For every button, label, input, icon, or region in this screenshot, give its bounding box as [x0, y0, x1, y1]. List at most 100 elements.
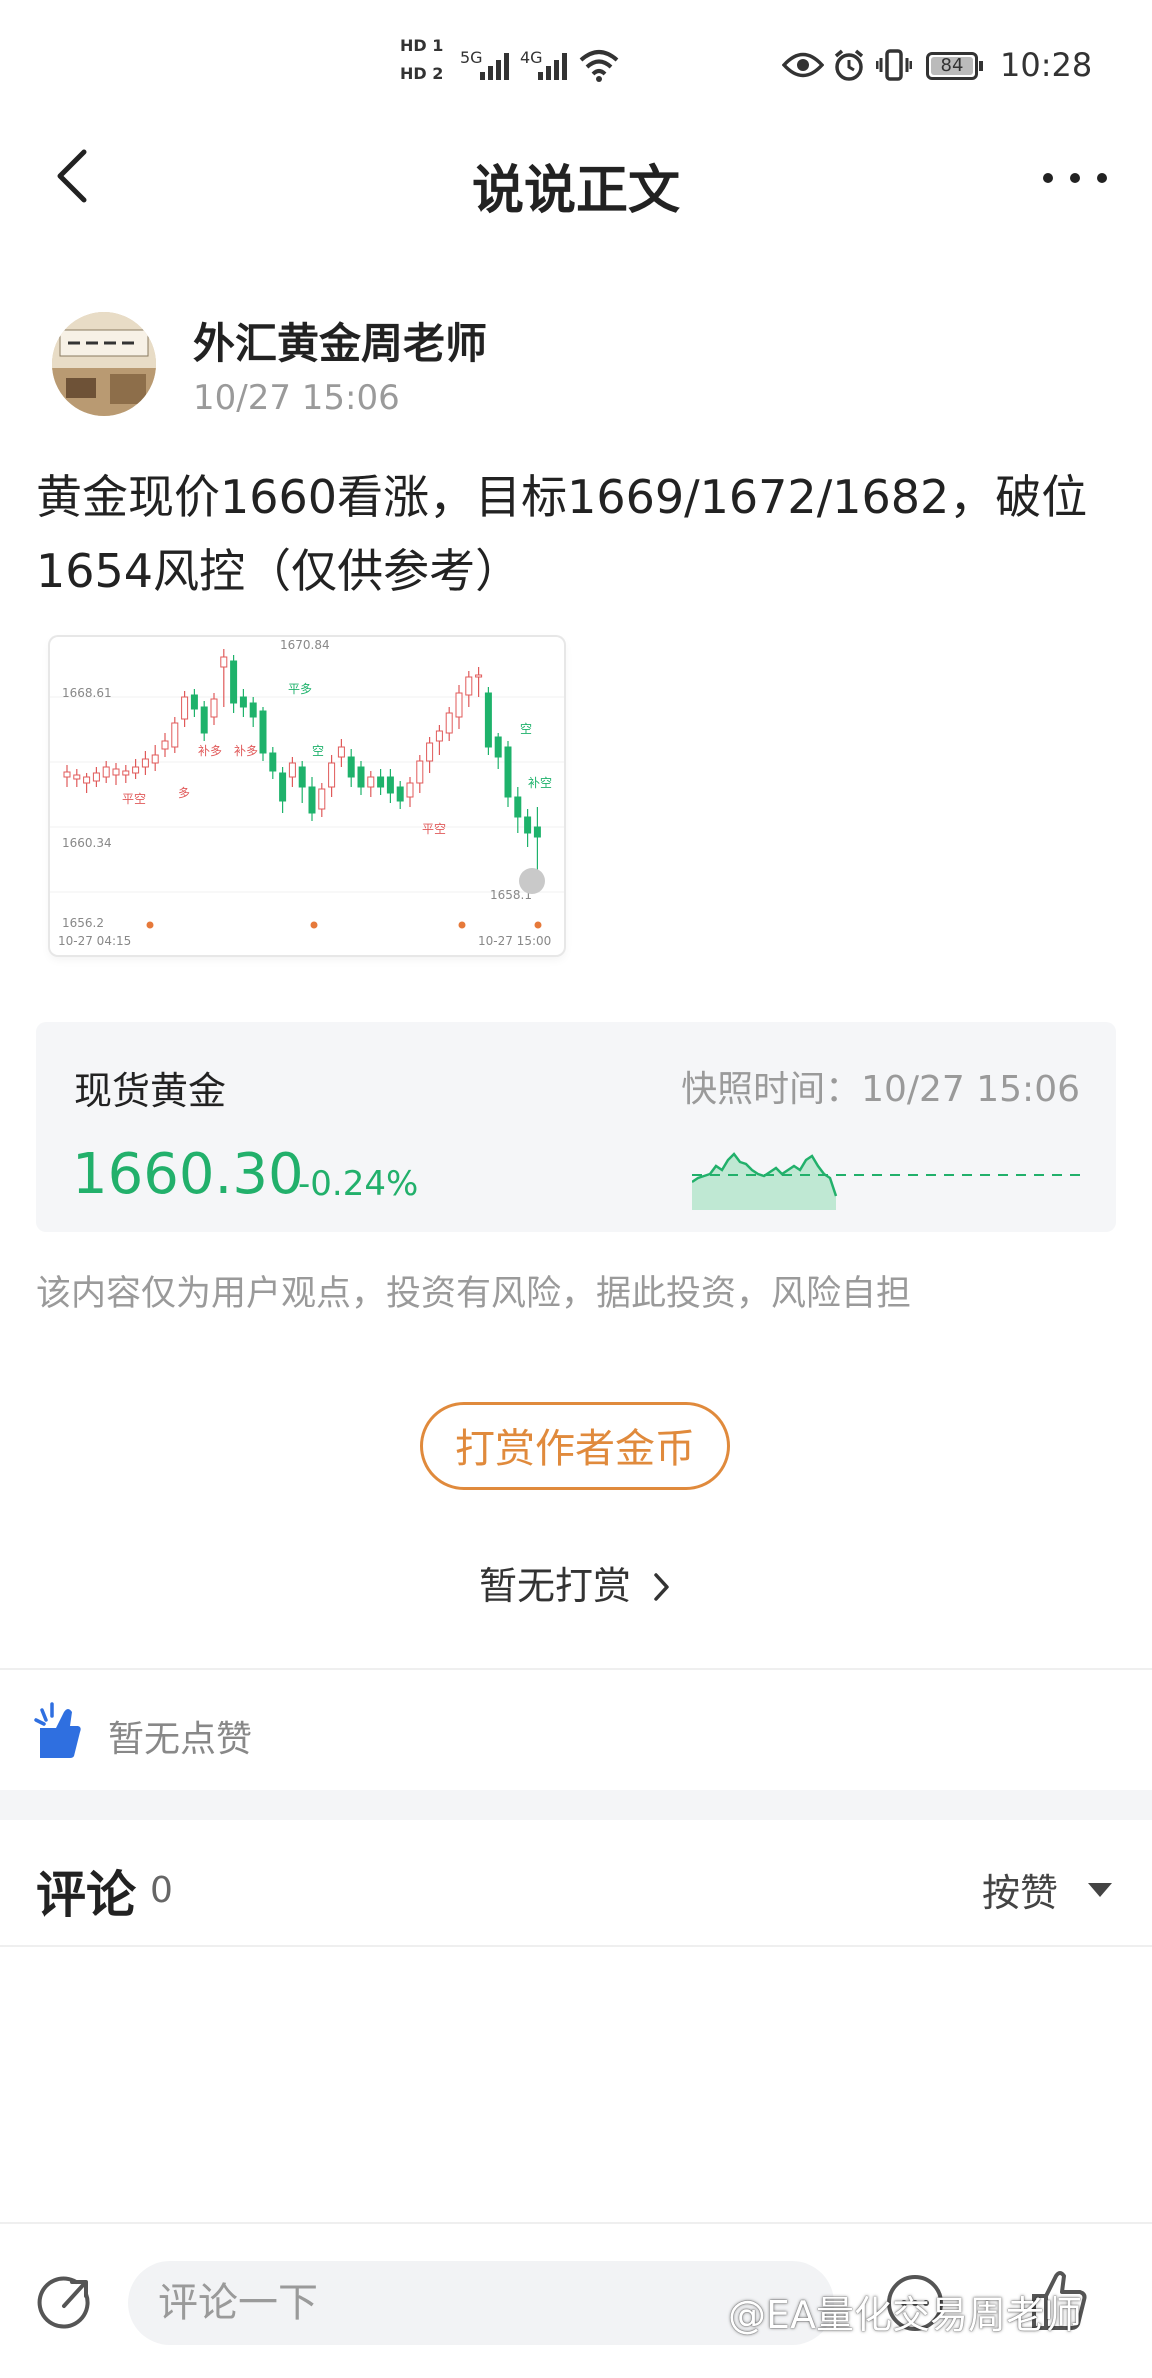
avatar-image [52, 312, 156, 416]
price-label: 1660.34 [62, 836, 112, 850]
status-bar: HD 1 HD 2 5G 4G 84 10:28 [0, 0, 1152, 130]
candle-body [288, 762, 296, 778]
more-options-icon[interactable] [1040, 170, 1110, 186]
sim2-label: HD 2 [400, 64, 444, 83]
candle-body [435, 730, 443, 742]
candle-body [475, 674, 483, 678]
event-dot [146, 921, 154, 929]
chart-annotation: 多 [178, 786, 190, 800]
candle-body [181, 696, 189, 720]
comments-divider [0, 1945, 1152, 1947]
battery-level: 84 [931, 57, 973, 75]
comments-title: 评论 [36, 1866, 136, 1924]
eye-icon [782, 52, 824, 78]
candle-body [298, 766, 306, 788]
thumbs-up-icon[interactable] [34, 1700, 82, 1760]
candle-body [328, 762, 336, 788]
quote-name: 现货黄金 [74, 1069, 227, 1113]
candle-body [524, 816, 532, 834]
candle-body [406, 782, 414, 798]
no-reward-link[interactable]: 暂无打赏 [0, 1555, 1152, 1610]
reward-author-button[interactable]: 打赏作者金币 [420, 1402, 730, 1490]
battery-icon: 84 [926, 52, 983, 80]
alarm-icon [834, 49, 864, 81]
candle-body [132, 766, 140, 774]
candle-body [533, 826, 541, 838]
candle-body [220, 656, 228, 668]
candle-body [200, 706, 208, 734]
candle-body [230, 660, 238, 704]
post-body-text: 黄金现价1660看涨，目标1669/1672/1682，破位1654风控（仅供参… [36, 470, 1088, 598]
risk-disclaimer: 该内容仅为用户观点，投资有风险，据此投资，风险自担 [36, 1274, 912, 1314]
post-time: 10/27 15:06 [193, 378, 400, 418]
candle-body [92, 772, 100, 782]
candle-body [171, 722, 179, 748]
candlestick-chart-image: 1670.841668.611660.341658.11656.210-27 0… [50, 638, 564, 948]
time-label: 10-27 04:15 [58, 934, 131, 948]
event-dot [310, 921, 318, 929]
time-label: 10-27 15:00 [478, 934, 551, 948]
candle-body [161, 740, 169, 750]
candle-body [318, 788, 326, 810]
candle-body [308, 786, 316, 814]
candle-body [445, 712, 453, 734]
chart-annotation: 平空 [422, 822, 446, 836]
candle-body [347, 756, 355, 778]
candle-body [190, 694, 198, 710]
no-reward-label: 暂无打赏 [478, 1564, 631, 1608]
caret-down-icon [1088, 1883, 1112, 1897]
chart-annotation: 补多 [198, 744, 222, 758]
author-name[interactable]: 外汇黄金周老师 [193, 310, 487, 371]
avatar[interactable] [52, 312, 156, 416]
quote-price: 1660.30 [72, 1142, 304, 1207]
sparkline-chart [692, 1152, 1082, 1210]
candle-body [239, 696, 247, 708]
candle-body [151, 754, 159, 764]
signal-icon-2 [538, 53, 567, 80]
quote-card[interactable]: 现货黄金 快照时间：10/27 15:06 1660.30 -0.24% [36, 1022, 1116, 1232]
candle-body [367, 776, 375, 788]
chevron-right-icon [654, 1573, 669, 1601]
candle-body [279, 772, 287, 802]
candle-body [122, 770, 130, 776]
candle-body [455, 692, 463, 718]
sort-label: 按赞 [982, 1871, 1059, 1915]
price-label: 1670.84 [280, 638, 330, 652]
likes-row: 暂无点赞 [0, 1670, 1152, 1790]
candle-body [494, 736, 502, 758]
chart-annotation: 空 [520, 722, 532, 736]
candle-body [269, 752, 277, 772]
candle-body [426, 742, 434, 762]
chart-annotation: 平多 [288, 682, 312, 696]
price-label: 1668.61 [62, 686, 112, 700]
candle-body [465, 676, 473, 696]
candle-body [249, 702, 257, 718]
candle-body [377, 776, 385, 788]
watermark: @EA量化交易周老师 [728, 2293, 1083, 2337]
candle-body [386, 776, 394, 794]
section-gap [0, 1790, 1152, 1820]
event-dot [458, 921, 466, 929]
quote-change: -0.24% [298, 1164, 419, 1204]
no-likes-label: 暂无点赞 [108, 1719, 253, 1760]
candle-body [337, 746, 345, 758]
sim1-label: HD 1 [400, 36, 444, 55]
candle-body [357, 766, 365, 788]
sort-dropdown[interactable]: 按赞 [982, 1855, 1122, 1925]
scroll-badge-icon [519, 868, 545, 894]
bottom-bar: 评论一下 @EA量化交易周老师 [0, 2222, 1152, 2378]
candle-body [484, 692, 492, 748]
candle-body [259, 710, 267, 754]
chart-annotation: 补空 [528, 776, 552, 790]
chart-annotation: 平空 [122, 792, 146, 806]
candle-body [73, 774, 81, 780]
candle-body [210, 698, 218, 718]
post-image-chart[interactable]: 1670.84 1668.61 1660.34 1658.1 1656.2 10-27 0… [50, 637, 564, 955]
share-icon[interactable] [34, 2272, 98, 2336]
candle-body [416, 760, 424, 784]
candle-body [112, 768, 120, 776]
chart-annotation: 空 [312, 744, 324, 758]
top-nav-bar: 说说正文 [0, 120, 1152, 230]
candle-body [504, 746, 512, 798]
vibrate-icon [876, 49, 912, 81]
